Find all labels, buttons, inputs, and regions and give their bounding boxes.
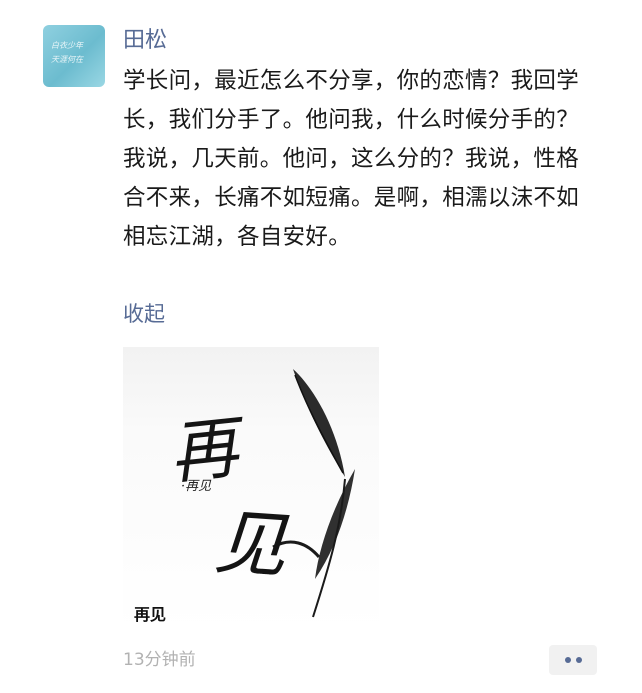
author-name[interactable]: 田松 [123, 24, 167, 58]
image-signature: ·再见 [181, 479, 212, 494]
post-timestamp: 13分钟前 [123, 650, 196, 670]
ellipsis-icon [576, 657, 582, 663]
image-char-bottom: 见 [211, 499, 290, 589]
post-image[interactable]: 再 ·再见 见 再见 [123, 347, 379, 633]
post-text: 学长问，最近怎么不分享，你的恋情？我回学长，我们分手了。他问我，什么时候分手的？… [123, 68, 580, 250]
more-actions-button[interactable] [549, 645, 597, 675]
image-caption: 再见 [134, 605, 167, 624]
avatar[interactable]: 白衣少年 天涯何在 [43, 25, 105, 87]
collapse-link[interactable]: 收起 [123, 298, 165, 330]
avatar-text: 白衣少年 天涯何在 [51, 41, 83, 64]
ellipsis-icon [565, 657, 571, 663]
